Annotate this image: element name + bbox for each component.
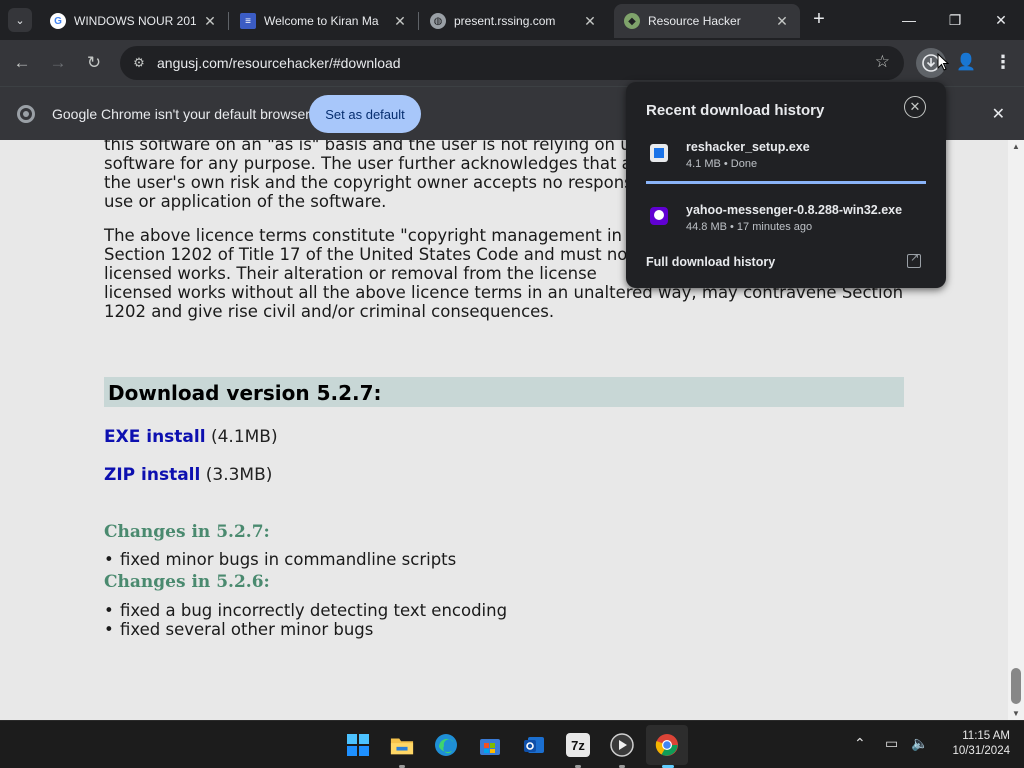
close-circle-icon[interactable]: ✕ — [904, 96, 926, 118]
store-icon[interactable] — [478, 733, 502, 757]
download-filename: yahoo-messenger-0.8.288-win32.exe — [686, 203, 903, 217]
list-item: fixed several other minor bugs — [104, 620, 373, 639]
tab-strip: ⌄ G WINDOWS NOUR 201 ✕ ≡ Welcome to Kira… — [0, 0, 1024, 40]
clock-date: 10/31/2024 — [952, 745, 1010, 757]
download-item-reshacker[interactable]: reshacker_setup.exe 4.1 MB • Done — [646, 140, 926, 180]
tab-title: present.rssing.com — [454, 14, 556, 28]
download-filename: reshacker_setup.exe — [686, 140, 810, 154]
close-tab-icon[interactable]: ✕ — [774, 13, 790, 30]
reload-icon: ↻ — [86, 53, 102, 72]
zip-size: (3.3MB) — [205, 465, 273, 485]
infobar-message: Google Chrome isn't your default browser — [52, 106, 310, 122]
reload-button[interactable]: ↻ — [82, 51, 106, 75]
address-bar[interactable]: ⚙ angusj.com/resourcehacker/#download ☆ — [120, 46, 904, 80]
tab-title: Welcome to Kiran Ma — [264, 14, 379, 28]
downloads-title: Recent download history — [646, 102, 825, 119]
close-tab-icon[interactable]: ✕ — [202, 13, 218, 30]
set-as-default-button[interactable]: Set as default — [309, 95, 421, 133]
google-icon: G — [50, 13, 66, 29]
more-vert-icon: ⋮ — [994, 52, 1012, 72]
scroll-thumb[interactable] — [1011, 668, 1021, 704]
arrow-left-icon: ← — [13, 53, 31, 72]
outlook-icon[interactable] — [522, 733, 546, 757]
tab-windows-nour[interactable]: G WINDOWS NOUR 201 ✕ — [40, 6, 228, 36]
chrome-menu-button[interactable]: ⋮ — [994, 52, 1012, 74]
download-progress-bar — [646, 181, 926, 184]
system-clock[interactable]: 11:15 AM 10/31/2024 — [930, 729, 1010, 759]
tab-title: WINDOWS NOUR 201 — [74, 14, 196, 28]
minimize-icon: — — [902, 12, 916, 28]
exe-install-link[interactable]: EXE install — [104, 427, 206, 447]
bookmark-star-icon[interactable]: ☆ — [875, 52, 890, 72]
file-explorer-icon[interactable] — [390, 733, 414, 757]
open-external-icon[interactable] — [907, 251, 921, 268]
globe-icon: ◍ — [430, 13, 446, 29]
chevron-up-icon[interactable]: ⌃ — [854, 735, 866, 752]
tab-search-button[interactable]: ⌄ — [8, 8, 32, 32]
chrome-icon[interactable] — [655, 733, 679, 757]
flag-icon: ≡ — [240, 13, 256, 29]
download-meta: 44.8 MB • 17 minutes ago — [686, 221, 813, 233]
new-tab-button[interactable]: + — [808, 8, 830, 30]
zip-install-row: ZIP install (3.3MB) — [104, 465, 272, 485]
download-meta: 4.1 MB • Done — [686, 158, 758, 170]
restore-button[interactable]: ❐ — [932, 0, 978, 40]
mouse-cursor-icon — [937, 53, 949, 71]
changes-527-heading: Changes in 5.2.7: — [104, 522, 270, 542]
yahoo-messenger-icon — [650, 207, 668, 225]
exe-file-icon — [650, 144, 668, 162]
downloads-bubble: Recent download history ✕ reshacker_setu… — [626, 82, 946, 288]
url-text[interactable]: angusj.com/resourcehacker/#download — [157, 55, 401, 71]
exe-install-row: EXE install (4.1MB) — [104, 427, 278, 447]
exe-size: (4.1MB) — [210, 427, 278, 447]
zip-install-link[interactable]: ZIP install — [104, 465, 200, 485]
chrome-logo-icon — [17, 105, 35, 123]
changes-526-heading: Changes in 5.2.6: — [104, 572, 270, 592]
page-scrollbar[interactable]: ▲ ▼ — [1008, 140, 1024, 720]
tab-resource-hacker[interactable]: ◆ Resource Hacker ✕ — [614, 4, 800, 38]
browser-toolbar: ← → ↻ ⚙ angusj.com/resourcehacker/#downl… — [0, 40, 1024, 86]
chevron-down-icon: ⌄ — [15, 14, 25, 27]
clock-time: 11:15 AM — [962, 730, 1010, 742]
restore-icon: ❐ — [948, 11, 962, 28]
back-button[interactable]: ← — [10, 51, 34, 75]
network-volume-icon[interactable]: 🔈 — [911, 735, 928, 752]
site-info-icon[interactable]: ⚙ — [130, 54, 148, 72]
close-window-button[interactable]: ✕ — [978, 0, 1024, 40]
scroll-up-icon[interactable]: ▲ — [1012, 142, 1020, 151]
tab-present-rssing[interactable]: ◍ present.rssing.com ✕ — [420, 6, 608, 36]
list-item: fixed a bug incorrectly detecting text e… — [104, 601, 507, 620]
download-item-yahoo[interactable]: yahoo-messenger-0.8.288-win32.exe 44.8 M… — [646, 203, 926, 243]
profile-button[interactable]: 👤 — [955, 52, 977, 74]
7zip-icon[interactable]: 7z — [566, 733, 590, 757]
display-icon[interactable]: ▭ — [885, 735, 898, 752]
media-player-icon[interactable] — [610, 733, 634, 757]
edge-icon[interactable] — [434, 733, 458, 757]
windows-taskbar: 7z ⌃ ▭ 🔈 11:15 AM 10/31/2024 — [0, 720, 1024, 768]
close-tab-icon[interactable]: ✕ — [582, 13, 598, 30]
minimize-button[interactable]: — — [886, 0, 932, 40]
tab-title: Resource Hacker — [648, 14, 741, 28]
resource-hacker-icon: ◆ — [624, 13, 640, 29]
close-tab-icon[interactable]: ✕ — [392, 13, 408, 30]
close-icon: ✕ — [995, 11, 1007, 28]
download-heading: Download version 5.2.7: — [104, 377, 904, 407]
arrow-right-icon: → — [49, 53, 67, 72]
person-icon: 👤 — [956, 54, 976, 71]
tab-kiran[interactable]: ≡ Welcome to Kiran Ma ✕ — [230, 6, 418, 36]
list-item: fixed minor bugs in commandline scripts — [104, 550, 456, 569]
windows-start-icon[interactable] — [346, 733, 370, 757]
full-download-history-link[interactable]: Full download history — [646, 255, 775, 269]
forward-button[interactable]: → — [46, 51, 70, 75]
infobar-close-icon[interactable]: ✕ — [992, 104, 1005, 124]
scroll-down-icon[interactable]: ▼ — [1012, 709, 1020, 718]
plus-icon: + — [813, 8, 825, 30]
